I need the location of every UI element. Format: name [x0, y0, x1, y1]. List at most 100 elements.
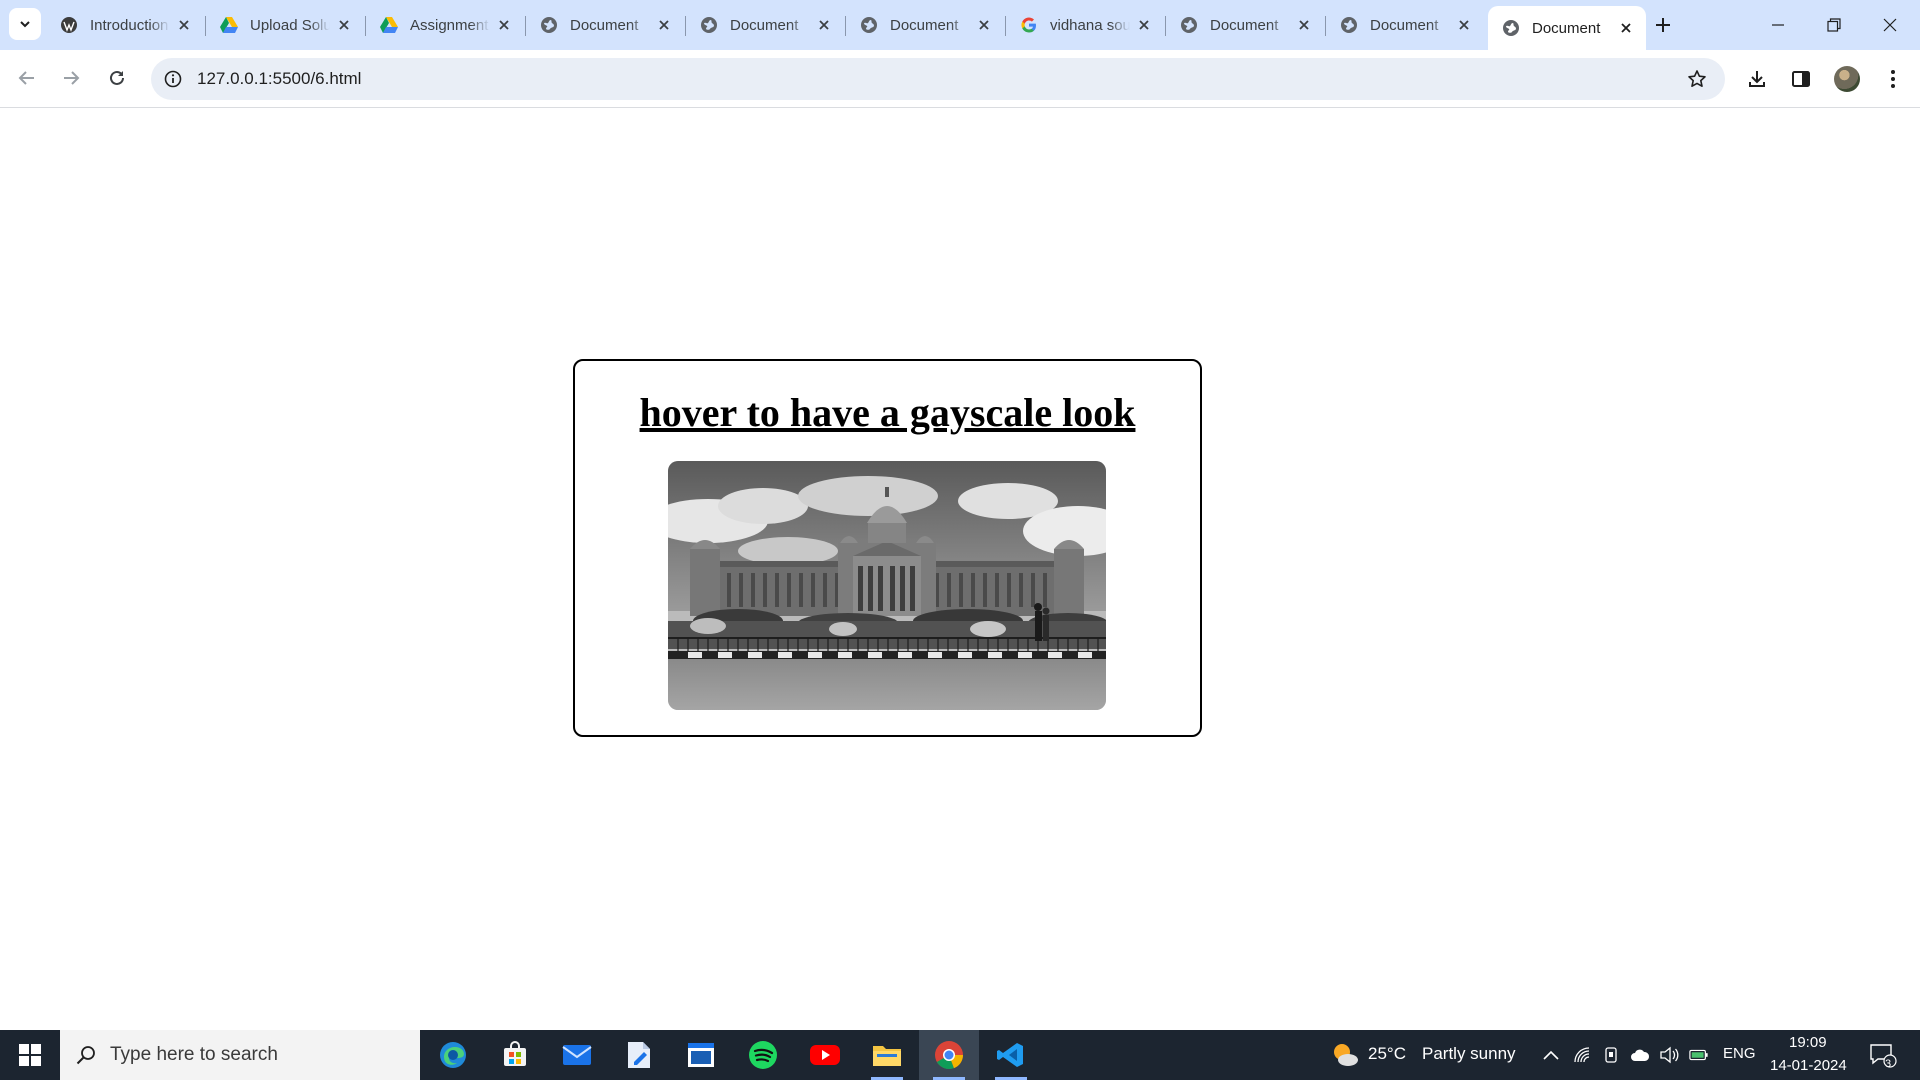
start-button[interactable]: [0, 1030, 60, 1080]
tab-title: Document: [1210, 16, 1279, 34]
tab-title: Upload Solution: [250, 16, 330, 34]
globe-icon: [1180, 16, 1198, 34]
restore-button[interactable]: [1806, 0, 1862, 50]
edge-icon[interactable]: [423, 1030, 483, 1080]
close-icon[interactable]: [974, 15, 994, 35]
tab-2[interactable]: Assignment: [366, 6, 524, 44]
file-editor-icon[interactable]: [609, 1030, 669, 1080]
close-icon[interactable]: [814, 15, 834, 35]
close-icon[interactable]: [494, 15, 514, 35]
close-icon[interactable]: [1454, 15, 1474, 35]
network-icon[interactable]: [1572, 1045, 1592, 1065]
globe-icon: [700, 16, 718, 34]
building-photo[interactable]: [668, 461, 1106, 710]
globe-icon: [540, 16, 558, 34]
close-window-button[interactable]: [1862, 0, 1918, 50]
new-tab-button[interactable]: [1648, 10, 1678, 40]
close-icon[interactable]: [1616, 18, 1636, 38]
battery-charging-icon[interactable]: [1689, 1045, 1709, 1065]
notification-center-icon[interactable]: [1868, 1040, 1898, 1070]
weather-partly-sunny-icon[interactable]: [1330, 1040, 1360, 1070]
globe-icon: [1502, 19, 1520, 37]
chevron-up-icon[interactable]: [1541, 1045, 1561, 1065]
tab-title: Document: [730, 16, 799, 34]
plus-icon: [1656, 18, 1670, 32]
tab-title: Document: [1532, 19, 1601, 37]
back-button[interactable]: [8, 59, 46, 97]
tab-title: Document: [1370, 16, 1439, 34]
mail-icon[interactable]: [547, 1030, 607, 1080]
close-icon[interactable]: [174, 15, 194, 35]
bookmark-star-icon[interactable]: [1685, 67, 1709, 91]
spotify-icon[interactable]: [733, 1030, 793, 1080]
arrow-left-icon: [18, 71, 34, 85]
tab-1[interactable]: Upload Solution: [206, 6, 364, 44]
wordpress-icon: [60, 16, 78, 34]
search-icon: [76, 1046, 95, 1065]
building-photo-drawing: [668, 461, 1106, 710]
more-menu-icon[interactable]: [1877, 63, 1909, 95]
file-explorer-icon[interactable]: [857, 1030, 917, 1080]
globe-icon: [1340, 16, 1358, 34]
tab-9-active[interactable]: Document: [1488, 6, 1646, 50]
tab-8[interactable]: Document: [1326, 6, 1484, 44]
notes-icon[interactable]: [671, 1030, 731, 1080]
tab-strip: Introduction Upload Solution Assignment …: [0, 0, 1920, 50]
page-viewport: hover to have a gayscale look: [0, 109, 1920, 1030]
profile-avatar[interactable]: [1834, 66, 1860, 92]
onedrive-cloud-icon[interactable]: [1630, 1045, 1650, 1065]
tab-0[interactable]: Introduction: [46, 6, 204, 44]
chrome-icon[interactable]: [919, 1030, 979, 1080]
address-bar[interactable]: 127.0.0.1:5500/6.html: [151, 58, 1725, 100]
reload-icon: [110, 70, 124, 85]
close-icon[interactable]: [334, 15, 354, 35]
side-panel-icon[interactable]: [1785, 63, 1817, 95]
minimize-icon: [1772, 24, 1784, 26]
arrow-right-icon: [64, 71, 80, 85]
tab-4[interactable]: Document: [686, 6, 844, 44]
youtube-icon[interactable]: [795, 1030, 855, 1080]
windows-taskbar: Type here to search 25°C Partly sunny EN…: [0, 1030, 1920, 1080]
chevron-down-icon: [20, 21, 30, 28]
store-icon[interactable]: [485, 1030, 545, 1080]
clock-time[interactable]: 19:09: [1789, 1034, 1827, 1051]
google-drive-icon: [220, 16, 238, 34]
tab-7[interactable]: Document: [1166, 6, 1324, 44]
volume-icon[interactable]: [1659, 1045, 1679, 1065]
taskbar-search-placeholder: Type here to search: [110, 1044, 278, 1065]
tab-title: Assignment: [410, 16, 489, 34]
close-icon[interactable]: [654, 15, 674, 35]
reload-button[interactable]: [98, 59, 136, 97]
tab-title: vidhana soudha: [1050, 16, 1130, 34]
tab-6[interactable]: vidhana soudha: [1006, 6, 1164, 44]
vscode-icon[interactable]: [981, 1030, 1041, 1080]
tab-title: Introduction: [90, 16, 169, 34]
tab-title: Document: [890, 16, 959, 34]
weather-temp[interactable]: 25°C: [1368, 1044, 1406, 1064]
content-card: hover to have a gayscale look: [573, 359, 1202, 737]
taskbar-search-box[interactable]: Type here to search: [60, 1030, 420, 1080]
globe-icon: [860, 16, 878, 34]
tab-search-button[interactable]: [9, 8, 41, 40]
weather-condition[interactable]: Partly sunny: [1422, 1044, 1516, 1064]
close-icon[interactable]: [1134, 15, 1154, 35]
tab-5[interactable]: Document: [846, 6, 1004, 44]
device-icon[interactable]: [1601, 1045, 1621, 1065]
minimize-button[interactable]: [1750, 0, 1806, 50]
address-url[interactable]: 127.0.0.1:5500/6.html: [197, 69, 361, 89]
windows-logo-icon: [19, 1044, 41, 1066]
forward-button[interactable]: [52, 59, 90, 97]
google-drive-icon: [380, 16, 398, 34]
google-icon: [1020, 16, 1038, 34]
page-heading: hover to have a gayscale look: [639, 390, 1136, 435]
tab-title: Document: [570, 16, 639, 34]
input-language[interactable]: ENG: [1723, 1045, 1756, 1062]
restore-icon: [1827, 18, 1841, 32]
notification-count: 3: [1885, 1058, 1892, 1070]
close-icon: [1883, 18, 1897, 32]
close-icon[interactable]: [1294, 15, 1314, 35]
info-icon[interactable]: [161, 67, 185, 91]
download-icon[interactable]: [1741, 63, 1773, 95]
tab-3[interactable]: Document: [526, 6, 684, 44]
clock-date[interactable]: 14-01-2024: [1770, 1057, 1847, 1074]
